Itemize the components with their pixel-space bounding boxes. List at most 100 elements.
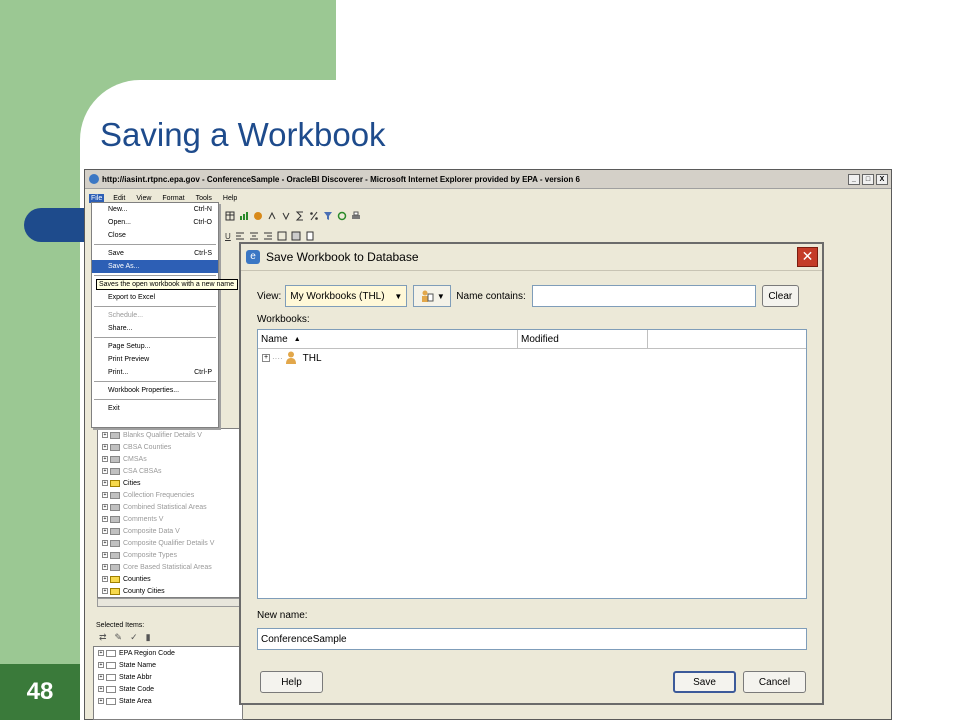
tree-item[interactable]: + Cities [98, 477, 241, 489]
expand-icon[interactable]: + [102, 444, 108, 450]
calculation-icon[interactable]: ✓ [130, 632, 138, 646]
sort-asc-icon[interactable] [267, 211, 277, 221]
tree-item[interactable]: + Composite Data V [98, 525, 241, 537]
list-item[interactable]: + State Abbr [94, 671, 242, 683]
list-item[interactable]: + State Area [94, 695, 242, 707]
expand-icon[interactable]: + [98, 650, 104, 656]
tree-item[interactable]: + Core Based Statistical Areas [98, 561, 241, 573]
tree-item[interactable]: + Composite Qualifier Details V [98, 537, 241, 549]
expand-icon[interactable]: + [102, 576, 108, 582]
table-row[interactable]: + ···· THL [258, 349, 806, 367]
sum-icon[interactable] [295, 211, 305, 221]
cancel-button[interactable]: Cancel [743, 671, 806, 693]
tree-item[interactable]: + Comments V [98, 513, 241, 525]
report-icon[interactable] [305, 231, 315, 241]
expand-icon[interactable]: + [262, 354, 270, 362]
tree-item[interactable]: + CBSA Counties [98, 441, 241, 453]
owner-filter-button[interactable]: ▼ [413, 285, 452, 307]
file-menu-item[interactable]: Export to Excel [92, 291, 218, 304]
maximize-button[interactable]: □ [862, 173, 874, 185]
tree-item[interactable]: + Composite Types [98, 549, 241, 561]
help-button[interactable]: Help [260, 671, 323, 693]
save-button[interactable]: Save [673, 671, 736, 693]
file-menu-item[interactable]: Save Ctrl-S [92, 247, 218, 260]
drill-icon[interactable] [253, 211, 263, 221]
new-name-input[interactable]: ConferenceSample [257, 628, 807, 650]
menu-help[interactable]: Help [221, 194, 239, 203]
sort-ascending-icon: ▲ [293, 335, 301, 343]
expand-icon[interactable]: + [102, 432, 108, 438]
align-right-icon[interactable] [263, 231, 273, 241]
tree-horizontal-scrollbar[interactable] [97, 598, 242, 607]
file-menu-item[interactable]: Open... Ctrl-O [92, 216, 218, 229]
refresh-icon[interactable] [337, 211, 347, 221]
tree-item[interactable]: + Blanks Qualifier Details V [98, 429, 241, 441]
expand-icon[interactable]: + [102, 468, 108, 474]
dialog-close-button[interactable]: ✕ [797, 247, 818, 267]
column-header-modified[interactable]: Modified [518, 330, 648, 348]
expand-icon[interactable]: + [98, 686, 104, 692]
expand-icon[interactable]: + [98, 662, 104, 668]
expand-icon[interactable]: + [102, 516, 108, 522]
tree-item[interactable]: + Counties [98, 573, 241, 585]
table-icon[interactable] [225, 211, 235, 221]
tree-item-label: Combined Statistical Areas [123, 503, 207, 511]
expand-icon[interactable]: + [102, 552, 108, 558]
align-center-icon[interactable] [249, 231, 259, 241]
file-menu-item[interactable]: Workbook Properties... [92, 384, 218, 397]
underline-icon[interactable]: U [225, 232, 231, 241]
file-menu-item[interactable]: Save As... [92, 260, 218, 273]
chart-icon[interactable] [239, 211, 249, 221]
list-item[interactable]: + State Code [94, 683, 242, 695]
layout-icon[interactable] [291, 231, 301, 241]
list-item[interactable]: + EPA Region Code [94, 647, 242, 659]
expand-icon[interactable]: + [102, 588, 108, 594]
swap-icon[interactable]: ⇄ [99, 632, 107, 646]
print-icon[interactable] [351, 211, 361, 221]
tree-item[interactable]: + Combined Statistical Areas [98, 501, 241, 513]
name-contains-input[interactable] [531, 285, 756, 307]
tree-item-label: Composite Qualifier Details V [123, 539, 215, 547]
expand-icon[interactable]: + [102, 540, 108, 546]
list-item-label: State Name [119, 661, 156, 669]
close-window-button[interactable]: X [876, 173, 888, 185]
edit-icon[interactable]: ✎ [115, 632, 123, 646]
expand-icon[interactable]: + [102, 480, 108, 486]
wrap-icon[interactable] [277, 231, 287, 241]
file-menu-item[interactable]: Page Setup... [92, 340, 218, 353]
tree-item[interactable]: + County Cities [98, 585, 241, 597]
expand-icon[interactable]: + [102, 528, 108, 534]
tree-item[interactable]: + Collection Frequencies [98, 489, 241, 501]
clear-button[interactable]: Clear [761, 285, 799, 307]
delete-icon[interactable]: ▮ [146, 632, 151, 646]
expand-icon[interactable]: + [98, 674, 104, 680]
expand-icon[interactable]: + [98, 698, 104, 704]
expand-icon[interactable]: + [102, 492, 108, 498]
tree-item[interactable]: + CSA CBSAs [98, 465, 241, 477]
percent-icon[interactable] [309, 211, 319, 221]
minimize-button[interactable]: _ [848, 173, 860, 185]
align-left-icon[interactable] [235, 231, 245, 241]
expand-icon[interactable]: + [102, 456, 108, 462]
file-menu-item[interactable]: Print Preview [92, 353, 218, 366]
file-menu-item[interactable]: Share... [92, 322, 218, 335]
ie-logo-icon [89, 174, 99, 184]
file-menu-item-label: Page Setup... [108, 343, 151, 350]
view-select[interactable]: My Workbooks (THL) ▼ [285, 285, 408, 307]
file-menu-item[interactable]: Exit [92, 402, 218, 415]
list-item[interactable]: + State Name [94, 659, 242, 671]
file-menu-item[interactable]: Print... Ctrl-P [92, 366, 218, 379]
tree-item[interactable]: + CMSAs [98, 453, 241, 465]
sort-desc-icon[interactable] [281, 211, 291, 221]
selected-items-list: + EPA Region Code + State Name + State Abbr + S… [93, 646, 243, 720]
expand-icon[interactable]: + [102, 564, 108, 570]
file-menu-item[interactable]: Close [92, 229, 218, 242]
column-header-name[interactable]: Name ▲ [258, 330, 518, 348]
expand-icon[interactable]: + [102, 504, 108, 510]
file-menu-item-label: Share... [108, 325, 133, 332]
file-menu-item-label: Save As... [108, 263, 140, 270]
tree-item-label: County Cities [123, 587, 165, 595]
filter-icon[interactable] [323, 211, 333, 221]
file-menu-item[interactable]: New... Ctrl-N [92, 203, 218, 216]
file-menu-item[interactable]: Schedule... [92, 309, 218, 322]
